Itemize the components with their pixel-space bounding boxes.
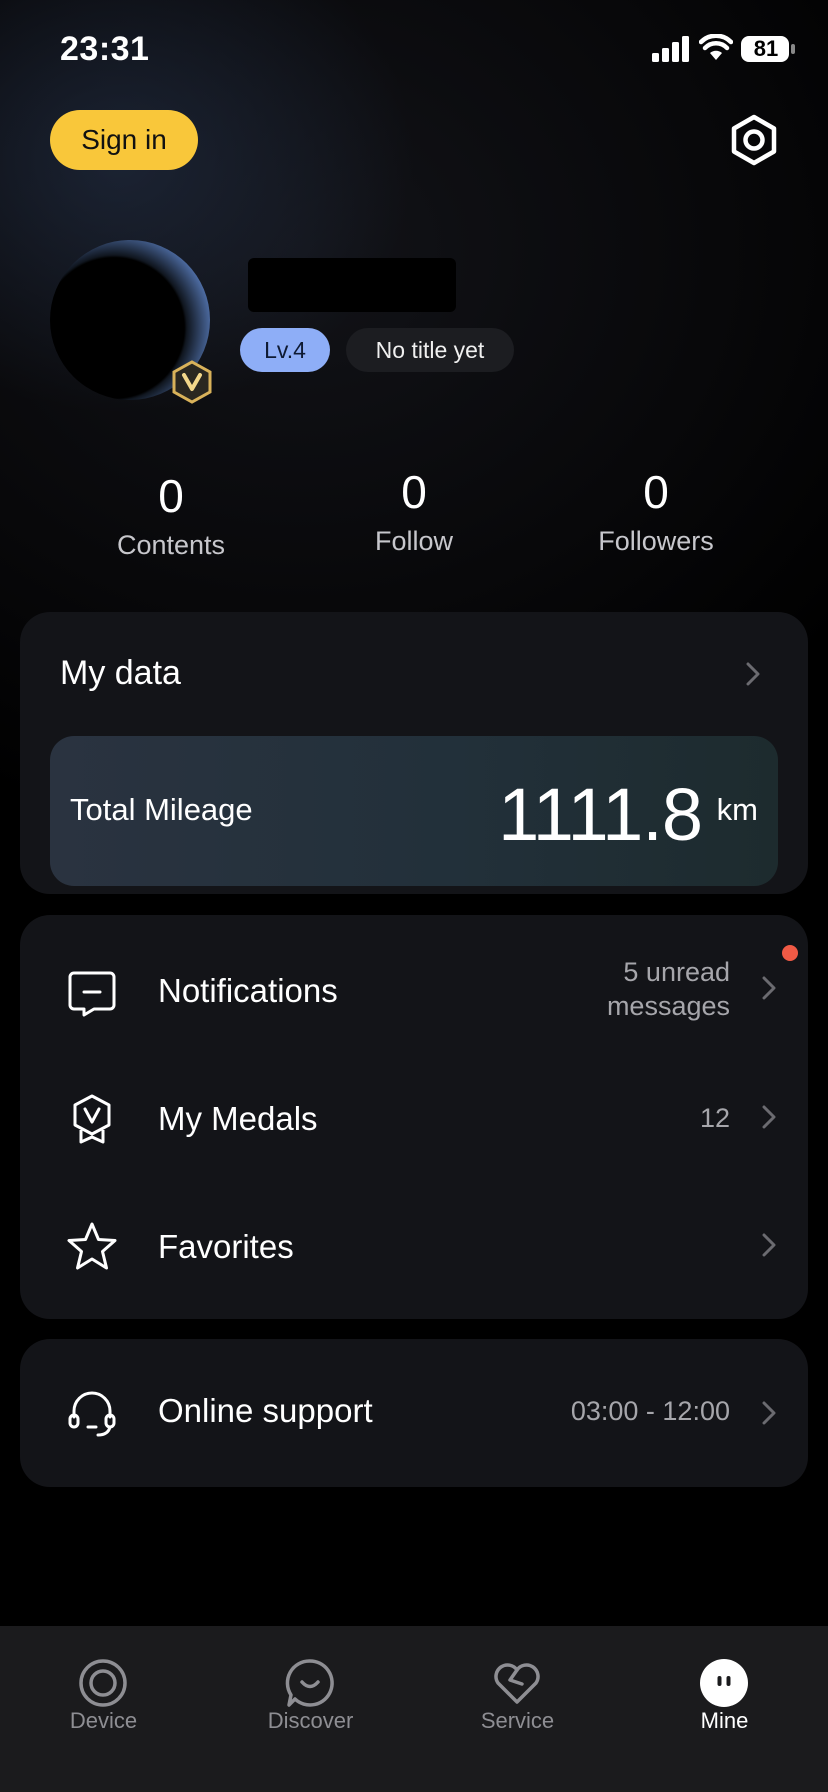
total-mileage-value: 1111.8 bbox=[498, 773, 703, 856]
nav-discover[interactable]: Discover bbox=[207, 1626, 414, 1792]
notifications-count-line1: 5 unread bbox=[623, 957, 730, 987]
notifications-label: Notifications bbox=[158, 972, 338, 1009]
message-icon bbox=[68, 971, 116, 1017]
mine-icon bbox=[700, 1659, 748, 1707]
battery-level: 81 bbox=[753, 36, 779, 61]
menu-card: Notifications 5 unread messages My Medal… bbox=[20, 915, 808, 1319]
stat-follow-label: Follow bbox=[374, 526, 454, 556]
total-mileage-unit: km bbox=[716, 792, 758, 827]
stat-contents-label: Contents bbox=[116, 530, 226, 560]
bottom-nav: Device Discover Service Mine bbox=[0, 1626, 828, 1792]
chevron-right-icon bbox=[762, 976, 776, 1000]
stat-follow-value: 0 bbox=[401, 466, 427, 518]
medal-icon bbox=[73, 1094, 111, 1144]
verified-badge-icon bbox=[172, 360, 212, 404]
nav-device[interactable]: Device bbox=[0, 1626, 207, 1792]
stat-followers[interactable]: 0 Followers bbox=[556, 464, 756, 557]
headset-icon bbox=[68, 1391, 116, 1437]
stat-followers-value: 0 bbox=[643, 466, 669, 518]
chevron-right-icon bbox=[762, 1401, 776, 1425]
cellular-signal-icon bbox=[652, 36, 689, 62]
favorites-label: Favorites bbox=[158, 1228, 294, 1265]
my-data-card[interactable]: My data Total Mileage 1111.8 km bbox=[20, 612, 808, 894]
my-medals-item[interactable]: My Medals 12 bbox=[20, 1043, 808, 1171]
notifications-count-line2: messages bbox=[606, 991, 730, 1021]
device-icon bbox=[79, 1659, 127, 1707]
my-medals-count: 12 bbox=[699, 1103, 730, 1133]
chevron-right-icon bbox=[762, 1105, 776, 1129]
stat-contents[interactable]: 0 Contents bbox=[71, 468, 271, 561]
mine-screen: 23:31 81 Sign in Lv.4 No title yet 0 Con… bbox=[0, 0, 828, 1792]
level-badge[interactable]: Lv.4 bbox=[240, 328, 330, 372]
my-data-title: My data bbox=[60, 654, 181, 692]
wifi-icon bbox=[699, 34, 733, 60]
notifications-count: 5 unread messages bbox=[607, 955, 730, 1023]
total-mileage-label: Total Mileage bbox=[70, 792, 253, 827]
discover-icon bbox=[285, 1659, 334, 1707]
status-bar: 23:31 81 bbox=[0, 0, 828, 100]
stat-follow[interactable]: 0 Follow bbox=[314, 464, 514, 557]
status-time: 23:31 bbox=[60, 30, 150, 68]
title-badge[interactable]: No title yet bbox=[346, 328, 514, 372]
sign-in-button[interactable]: Sign in bbox=[50, 110, 198, 170]
online-support-hours: 03:00 - 12:00 bbox=[570, 1396, 730, 1426]
notifications-item[interactable]: Notifications 5 unread messages bbox=[20, 915, 808, 1043]
service-icon bbox=[494, 1663, 540, 1704]
settings-icon[interactable] bbox=[728, 114, 780, 166]
stat-followers-label: Followers bbox=[598, 526, 714, 556]
nav-discover-label: Discover bbox=[267, 1708, 354, 1733]
stat-contents-value: 0 bbox=[158, 470, 184, 522]
nav-mine-label: Mine bbox=[700, 1708, 749, 1733]
username-redacted bbox=[248, 258, 456, 312]
chevron-right-icon bbox=[762, 1233, 776, 1257]
chevron-right-icon bbox=[746, 662, 760, 686]
online-support-label: Online support bbox=[158, 1392, 373, 1429]
nav-mine[interactable]: Mine bbox=[621, 1626, 828, 1792]
favorites-item[interactable]: Favorites bbox=[20, 1171, 808, 1299]
nav-service-label: Service bbox=[480, 1708, 555, 1733]
nav-service[interactable]: Service bbox=[414, 1626, 621, 1792]
star-icon bbox=[67, 1222, 117, 1270]
online-support-card[interactable]: Online support 03:00 - 12:00 bbox=[20, 1339, 808, 1487]
my-medals-label: My Medals bbox=[158, 1100, 318, 1137]
nav-device-label: Device bbox=[69, 1708, 138, 1733]
total-mileage-panel[interactable]: Total Mileage 1111.8 km bbox=[50, 736, 778, 886]
